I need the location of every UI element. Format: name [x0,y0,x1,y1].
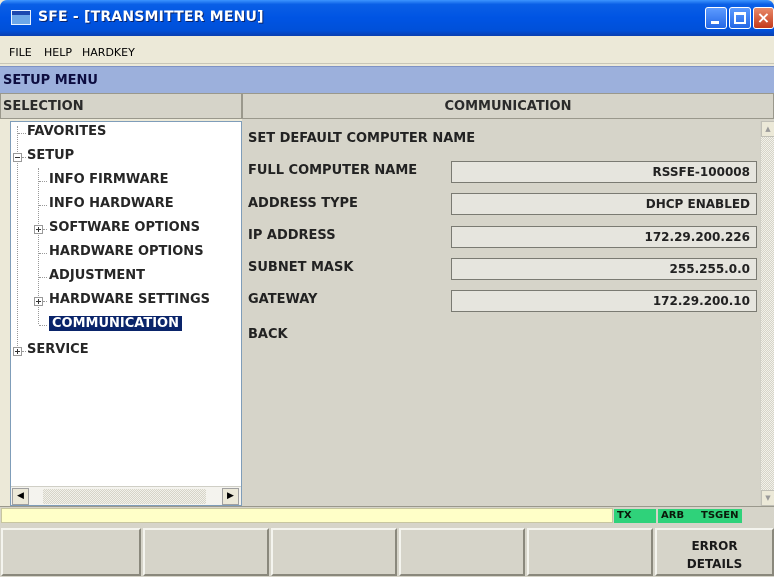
content-vertical-scrollbar[interactable]: ▲ ▼ [760,121,774,506]
communication-panel: SET DEFAULT COMPUTER NAME FULL COMPUTER … [242,119,774,506]
address-type-label: ADDRESS TYPE [248,196,358,211]
tree-item-label: SETUP [27,148,75,163]
menu-hardkey[interactable]: HARDKEY [82,46,135,59]
tree-item-hardware-settings[interactable]: HARDWARE SETTINGS [11,291,243,311]
gateway-label: GATEWAY [248,292,318,307]
tree-item-label: INFO FIRMWARE [49,172,169,187]
setup-menu-title: SETUP MENU [3,73,98,88]
minimize-icon [711,21,719,24]
communication-header: COMMUNICATION [242,93,774,119]
tree-item-software-options[interactable]: SOFTWARE OPTIONS [11,219,231,239]
full-computer-name-label: FULL COMPUTER NAME [248,163,418,178]
tree-item-service[interactable]: SERVICE [11,341,231,361]
window-title: SFE - [TRANSMITTER MENU] [38,9,264,25]
expand-icon[interactable] [34,297,43,306]
softkey-1[interactable] [1,528,141,576]
tree-item-label: FAVORITES [27,124,107,139]
softkey-5[interactable] [527,528,653,576]
maximize-icon [734,12,746,24]
setup-menu-header: SETUP MENU [0,66,774,93]
tree-item-label: HARDWARE OPTIONS [49,244,204,259]
title-bar[interactable]: SFE - [TRANSMITTER MENU] × [0,0,774,36]
scroll-up-icon[interactable]: ▲ [761,121,774,137]
ip-address-label: IP ADDRESS [248,228,336,243]
close-icon: × [756,8,771,27]
gateway-field[interactable]: 172.29.200.10 [451,290,757,312]
maximize-button[interactable] [729,7,751,29]
error-details-label: ERROR DETAILS [686,539,743,571]
scroll-left-icon[interactable]: ◀ [12,488,29,505]
tree-item-label: ADJUSTMENT [49,268,146,283]
softkey-bar: ERROR DETAILS [0,524,774,577]
selection-tree: FAVORITES SETUP INFO FIRMWARE INFO HARDW… [10,121,242,506]
expand-icon[interactable] [34,225,43,234]
selection-header: SELECTION [0,93,242,119]
empty-indicator [744,509,774,523]
back-button[interactable]: BACK [248,327,288,342]
tree-item-setup[interactable]: SETUP [11,147,231,167]
selection-header-label: SELECTION [3,99,84,114]
address-type-field[interactable]: DHCP ENABLED [451,193,757,215]
softkey-4[interactable] [399,528,525,576]
scroll-right-icon[interactable]: ▶ [222,488,239,505]
status-message [1,508,613,523]
menu-bar: FILE HELP HARDKEY [0,36,774,64]
subnet-mask-field[interactable]: 255.255.0.0 [451,258,757,280]
tree-item-label: HARDWARE SETTINGS [49,292,211,307]
tree-item-hardware-options[interactable]: HARDWARE OPTIONS [11,243,231,263]
error-details-softkey[interactable]: ERROR DETAILS [655,528,774,576]
full-computer-name-value: RSSFE-100008 [652,165,750,179]
tree-item-favorites[interactable]: FAVORITES [11,123,231,143]
softkey-3[interactable] [271,528,397,576]
ip-address-value: 172.29.200.226 [644,230,750,244]
tree-item-communication[interactable]: COMMUNICATION [11,315,231,335]
softkey-2[interactable] [143,528,269,576]
expand-icon[interactable] [13,347,22,356]
close-button[interactable]: × [753,7,774,29]
subnet-mask-label: SUBNET MASK [248,260,354,275]
tx-indicator: TX [614,509,656,523]
communication-header-label: COMMUNICATION [444,99,572,114]
set-default-computer-name-button[interactable]: SET DEFAULT COMPUTER NAME [248,131,475,146]
tree-horizontal-scrollbar[interactable]: ◀ ▶ [11,486,241,505]
full-computer-name-field[interactable]: RSSFE-100008 [451,161,757,183]
collapse-icon[interactable] [13,153,22,162]
gateway-value: 172.29.200.10 [652,294,750,308]
tree-item-info-hardware[interactable]: INFO HARDWARE [11,195,231,215]
tree-item-adjustment[interactable]: ADJUSTMENT [11,267,231,287]
app-window-icon [11,10,31,25]
menu-help[interactable]: HELP [44,46,72,59]
minimize-button[interactable] [705,7,727,29]
subnet-mask-value: 255.255.0.0 [669,262,750,276]
scroll-down-icon[interactable]: ▼ [761,490,774,506]
tree-item-label-selected: COMMUNICATION [49,316,182,331]
tree-item-label: INFO HARDWARE [49,196,174,211]
status-bar: TX ARB TSGEN [0,506,774,524]
ip-address-field[interactable]: 172.29.200.226 [451,226,757,248]
address-type-value: DHCP ENABLED [645,197,750,211]
tsgen-indicator: TSGEN [698,509,742,523]
scrollbar-track[interactable] [43,489,206,504]
menu-file[interactable]: FILE [9,46,32,59]
arb-indicator: ARB [658,509,698,523]
tree-item-info-firmware[interactable]: INFO FIRMWARE [11,171,231,191]
tree-item-label: SERVICE [27,342,89,357]
tree-item-label: SOFTWARE OPTIONS [49,220,200,235]
